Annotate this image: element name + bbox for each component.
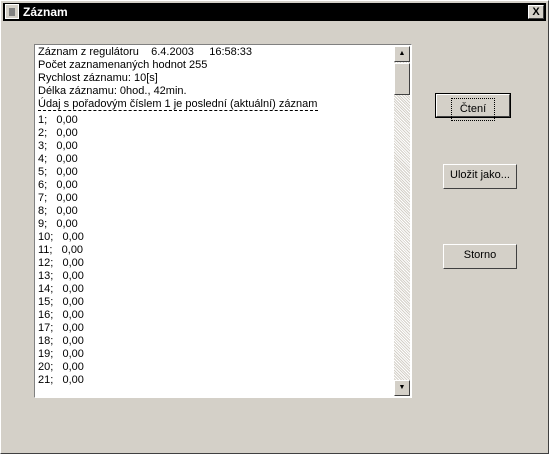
scroll-down-icon[interactable]: ▼ (394, 380, 410, 396)
header-line: Počet zaznamenaných hodnot 255 (38, 59, 208, 71)
list-item[interactable]: 21; 0,00 (38, 374, 393, 387)
app-icon[interactable] (5, 4, 19, 19)
list-item[interactable]: 11; 0,00 (38, 244, 393, 257)
save-as-button[interactable]: Uložit jako... (443, 164, 517, 189)
window-title: Záznam (23, 5, 68, 19)
cancel-button[interactable]: Storno (443, 244, 517, 269)
list-item[interactable]: 1; 0,00 (38, 114, 393, 127)
scroll-thumb[interactable] (394, 63, 410, 95)
list-item[interactable]: 13; 0,00 (38, 270, 393, 283)
list-item[interactable]: 12; 0,00 (38, 257, 393, 270)
header-line: Záznam z regulátoru 6.4.2003 16:58:33 (38, 46, 253, 58)
zaznam-dialog: Záznam X Záznam z regulátoru 6.4.2003 16… (0, 0, 549, 454)
header-line: Délka záznamu: 0hod., 42min. (38, 85, 187, 97)
list-item[interactable]: 6; 0,00 (38, 179, 393, 192)
list-item[interactable]: 7; 0,00 (38, 192, 393, 205)
list-item[interactable]: 10; 0,00 (38, 231, 393, 244)
list-item[interactable]: 8; 0,00 (38, 205, 393, 218)
scroll-up-icon[interactable]: ▲ (394, 46, 410, 62)
title-bar[interactable]: Záznam X (3, 3, 546, 21)
list-item[interactable]: 4; 0,00 (38, 153, 393, 166)
record-lines: Záznam z regulátoru 6.4.2003 16:58:33 Poč… (38, 46, 393, 387)
save-as-button-label: Uložit jako... (450, 169, 510, 181)
read-button-label: Čtení (450, 98, 496, 121)
close-button[interactable]: X (528, 5, 544, 19)
list-item[interactable]: 9; 0,00 (38, 218, 393, 231)
list-item[interactable]: 2; 0,00 (38, 127, 393, 140)
list-item[interactable]: 5; 0,00 (38, 166, 393, 179)
list-item[interactable]: 19; 0,00 (38, 348, 393, 361)
header-line: Údaj s pořadovým číslem 1 je poslední (a… (38, 98, 318, 110)
list-item[interactable]: 17; 0,00 (38, 322, 393, 335)
cancel-button-label: Storno (463, 249, 497, 261)
list-item[interactable]: 14; 0,00 (38, 283, 393, 296)
list-item[interactable]: 20; 0,00 (38, 361, 393, 374)
read-button[interactable]: Čtení (435, 93, 511, 121)
vertical-scrollbar[interactable]: ▲ ▼ (394, 46, 410, 396)
list-item[interactable]: 3; 0,00 (38, 140, 393, 153)
header-line: Rychlost záznamu: 10[s] (38, 72, 158, 84)
record-listbox[interactable]: Záznam z regulátoru 6.4.2003 16:58:33 Poč… (34, 44, 412, 398)
list-item[interactable]: 18; 0,00 (38, 335, 393, 348)
list-item[interactable]: 15; 0,00 (38, 296, 393, 309)
list-item[interactable]: 16; 0,00 (38, 309, 393, 322)
